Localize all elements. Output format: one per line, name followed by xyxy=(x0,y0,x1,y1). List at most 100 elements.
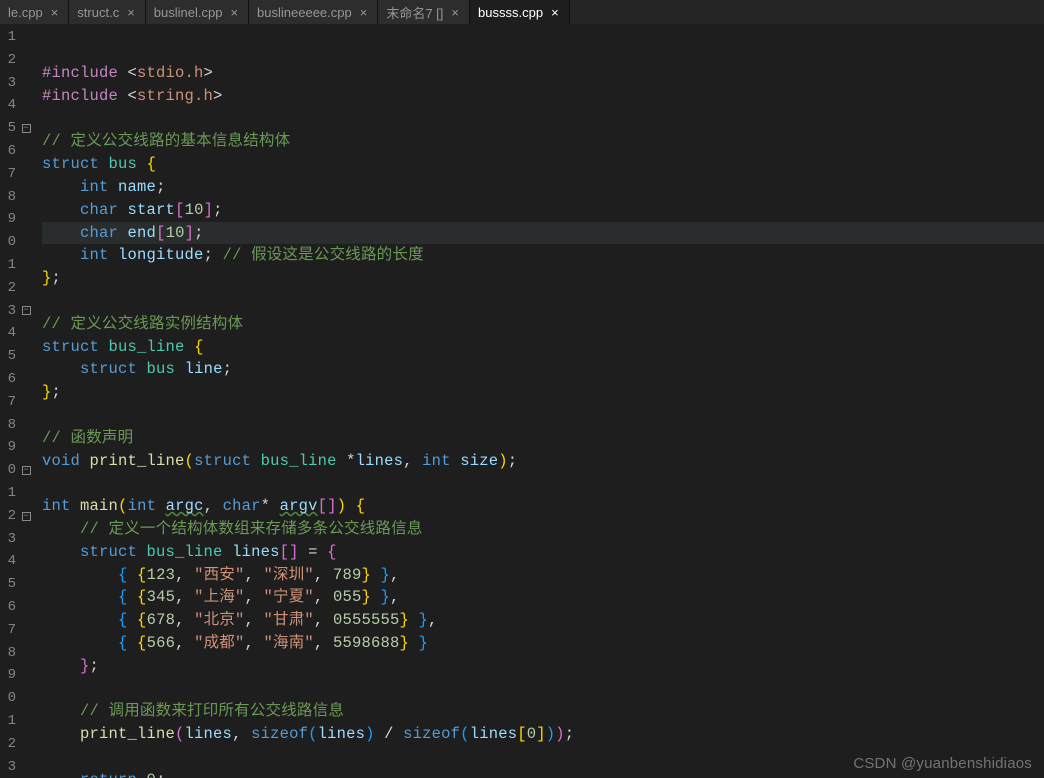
token-pun xyxy=(346,497,356,515)
token-pun: , xyxy=(245,634,264,652)
fold-toggle-icon[interactable]: − xyxy=(22,124,31,133)
token-br0: ) xyxy=(498,452,508,470)
line-number: 2 xyxy=(0,277,18,300)
code-line[interactable]: struct bus_line lines[] = { xyxy=(42,541,1044,564)
fold-cell: − xyxy=(18,459,34,482)
code-line[interactable]: // 定义公交线路实例结构体 xyxy=(42,313,1044,336)
fold-cell xyxy=(18,596,34,619)
token-pun: , xyxy=(175,634,194,652)
tab-5[interactable]: bussss.cpp× xyxy=(470,0,570,24)
tab-4[interactable]: 末命名7 [] × xyxy=(378,0,470,24)
token-pun: , xyxy=(403,452,422,470)
token-pun xyxy=(42,702,80,720)
code-line[interactable]: struct bus_line { xyxy=(42,336,1044,359)
tab-3[interactable]: buslineeeee.cpp× xyxy=(249,0,378,24)
tab-2[interactable]: buslinel.cpp× xyxy=(146,0,249,24)
code-line[interactable]: int main(int argc, char* argv[]) { xyxy=(42,495,1044,518)
token-kw: struct xyxy=(194,452,251,470)
token-pun xyxy=(137,360,147,378)
token-fn: main xyxy=(80,497,118,515)
fold-gutter[interactable]: − − − − xyxy=(18,24,34,778)
token-pun xyxy=(175,360,185,378)
token-num: 0555555 xyxy=(333,611,400,629)
code-line[interactable]: char end[10]; xyxy=(42,222,1044,245)
token-kw: int xyxy=(80,178,109,196)
fold-toggle-icon[interactable]: − xyxy=(22,466,31,475)
token-pun: , xyxy=(245,611,264,629)
token-pun: ; xyxy=(156,178,166,196)
code-line[interactable]: void print_line(struct bus_line *lines, … xyxy=(42,450,1044,473)
code-line[interactable] xyxy=(42,290,1044,313)
token-pun xyxy=(42,588,118,606)
token-num: 789 xyxy=(333,566,362,584)
token-br1: ] xyxy=(204,201,214,219)
token-pun xyxy=(42,611,118,629)
code-line[interactable]: struct bus line; xyxy=(42,358,1044,381)
code-area[interactable]: #include <stdio.h>#include <string.h> // … xyxy=(34,24,1044,778)
fold-toggle-icon[interactable]: − xyxy=(22,512,31,521)
token-pun: ; xyxy=(52,383,62,401)
token-str: "海南" xyxy=(264,634,314,652)
fold-cell xyxy=(18,26,34,49)
token-pun: < xyxy=(118,87,137,105)
code-line[interactable]: int name; xyxy=(42,176,1044,199)
code-line[interactable]: { {678, "北京", "甘肃", 0555555} }, xyxy=(42,609,1044,632)
close-icon[interactable]: × xyxy=(358,5,370,20)
line-number: 1 xyxy=(0,26,18,49)
token-typ: bus xyxy=(109,155,138,173)
close-icon[interactable]: × xyxy=(49,5,61,20)
tab-label: 末命名7 [] xyxy=(386,3,443,22)
code-line[interactable]: char start[10]; xyxy=(42,199,1044,222)
fold-cell: − xyxy=(18,300,34,323)
code-line[interactable] xyxy=(42,108,1044,131)
code-line[interactable]: struct bus { xyxy=(42,153,1044,176)
code-editor[interactable]: 123456789012345678901234567890123 −−−− #… xyxy=(0,24,1044,778)
code-line[interactable]: print_line(lines, sizeof(lines) / sizeof… xyxy=(42,723,1044,746)
code-line[interactable]: return 0; xyxy=(42,769,1044,778)
code-line[interactable]: #include <stdio.h> xyxy=(42,62,1044,85)
token-br0: { xyxy=(137,611,147,629)
close-icon[interactable]: × xyxy=(449,5,461,20)
token-br0: { xyxy=(137,566,147,584)
code-line[interactable]: #include <string.h> xyxy=(42,85,1044,108)
token-pun xyxy=(109,246,119,264)
code-line[interactable]: { {345, "上海", "宁夏", 055} }, xyxy=(42,586,1044,609)
code-line[interactable] xyxy=(42,404,1044,427)
token-br0: { xyxy=(147,155,157,173)
code-line[interactable]: { {566, "成都", "海南", 5598688} } xyxy=(42,632,1044,655)
token-pun: , xyxy=(175,588,194,606)
code-line[interactable]: int longitude; // 假设这是公交线路的长度 xyxy=(42,244,1044,267)
line-number: 2 xyxy=(0,505,18,528)
code-line[interactable]: }; xyxy=(42,267,1044,290)
close-icon[interactable]: × xyxy=(549,5,561,20)
tab-1[interactable]: struct.c× xyxy=(69,0,146,24)
fold-toggle-icon[interactable]: − xyxy=(22,306,31,315)
code-line[interactable]: // 定义一个结构体数组来存储多条公交线路信息 xyxy=(42,518,1044,541)
fold-cell: − xyxy=(18,117,34,140)
code-line[interactable]: // 定义公交线路的基本信息结构体 xyxy=(42,130,1044,153)
line-number: 8 xyxy=(0,642,18,665)
code-line[interactable] xyxy=(42,746,1044,769)
code-line[interactable]: }; xyxy=(42,655,1044,678)
code-line[interactable]: // 函数声明 xyxy=(42,427,1044,450)
token-pun xyxy=(42,543,80,561)
code-line[interactable]: { {123, "西安", "深圳", 789} }, xyxy=(42,564,1044,587)
line-number: 2 xyxy=(0,733,18,756)
token-br1: } xyxy=(80,657,90,675)
token-br1: ] xyxy=(185,224,195,242)
token-kw: struct xyxy=(42,338,99,356)
token-pun: = xyxy=(299,543,328,561)
close-icon[interactable]: × xyxy=(125,5,137,20)
code-line[interactable] xyxy=(42,472,1044,495)
code-line[interactable]: // 调用函数来打印所有公交线路信息 xyxy=(42,700,1044,723)
fold-cell xyxy=(18,322,34,345)
token-br1: ( xyxy=(175,725,185,743)
code-line[interactable]: }; xyxy=(42,381,1044,404)
close-icon[interactable]: × xyxy=(228,5,240,20)
tab-label: le.cpp xyxy=(8,5,43,20)
token-prm: lines xyxy=(356,452,404,470)
code-line[interactable] xyxy=(42,678,1044,701)
token-pun xyxy=(137,155,147,173)
tab-0[interactable]: le.cpp × xyxy=(0,0,69,24)
fold-cell xyxy=(18,642,34,665)
